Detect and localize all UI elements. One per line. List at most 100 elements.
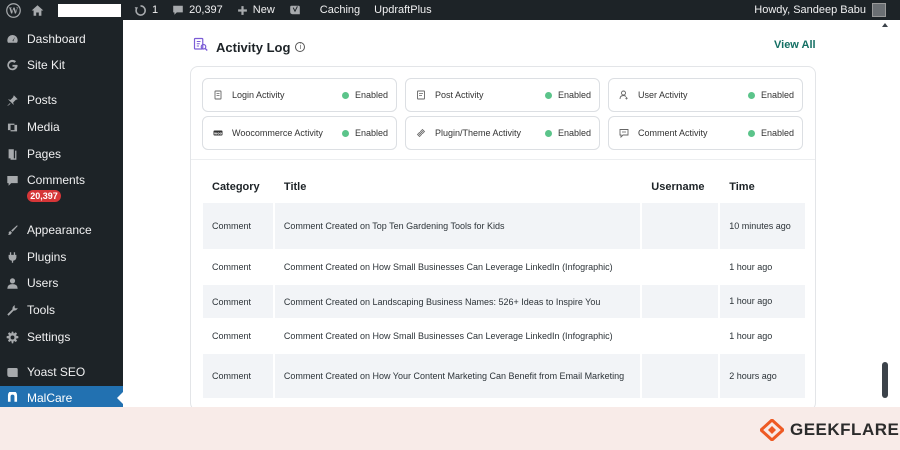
sidebar-item-dashboard[interactable]: Dashboard [0,27,123,51]
info-icon[interactable]: i [295,42,306,52]
status-dot [747,129,755,137]
table-row[interactable]: Comment Comment Created on How Your Cont… [203,354,805,398]
wordpress-logo-icon[interactable]: W [2,0,24,21]
column-header-category[interactable]: Category [203,173,273,201]
filter-post-activity[interactable]: Post Activity Enabled [405,78,600,112]
status-dot [544,91,552,99]
yoast-icon [5,365,19,379]
activity-log-icon [193,37,208,57]
cell-category: Comment [212,331,252,341]
status-dot [341,129,349,137]
column-header-time[interactable]: Time [720,173,805,201]
dashboard-icon [5,32,19,46]
scrollbar-thumb[interactable] [882,362,888,398]
cell-time: 1 hour ago [729,330,773,341]
sidebar-item-site-kit[interactable]: Site Kit [0,53,123,77]
cell-username [642,203,719,249]
cell-title: Comment Created on Top Ten Gardening Too… [274,203,641,249]
table-row[interactable]: Comment Comment Created on How Small Bus… [203,251,805,283]
plugin-theme-icon [416,128,426,138]
plugin-icon [5,250,19,264]
comments-link[interactable]: 20,397 [165,0,230,20]
sidebar-item-pages[interactable]: Pages [0,142,123,166]
sitekit-icon [5,58,19,72]
sidebar-item-appearance[interactable]: Appearance [0,218,123,242]
sidebar-item-tools[interactable]: Tools [0,298,123,322]
admin-bar: W 1 20,397 New Caching UpdraftPlus Howdy… [0,0,900,20]
updates-link[interactable]: 1 [127,0,165,20]
brand-name: GEEKFLARE [790,420,900,439]
cell-title: Comment Created on How Small Businesses … [283,331,613,341]
sidebar-item-settings[interactable]: Settings [0,325,123,349]
settings-icon [5,330,19,344]
column-header-username[interactable]: Username [642,173,718,201]
table-row[interactable]: Comment Comment Created on How Small Bus… [203,320,805,352]
sidebar-item-users[interactable]: Users [0,271,123,295]
malcare-icon [5,391,19,405]
cell-time: 1 hour ago [720,285,805,318]
activity-log-card: Login Activity Enabled Post Activity Ena… [190,66,816,407]
avatar[interactable] [872,3,886,17]
filter-label: Woocommerce Activity [232,128,323,138]
sidebar-item-yoast-seo[interactable]: Yoast SEO [0,360,123,384]
cell-category: Comment [212,262,252,272]
filter-label: Comment Activity [638,128,708,138]
site-name-redacted[interactable] [58,3,121,17]
filter-label: Plugin/Theme Activity [435,128,522,138]
users-icon [5,276,19,290]
pages-icon [5,147,19,161]
sidebar-item-comments[interactable]: Comments [0,168,123,192]
status-dot [544,129,552,137]
updates-icon [134,4,146,16]
filter-label: Login Activity [232,90,285,100]
filter-login-activity[interactable]: Login Activity Enabled [202,78,397,112]
status-text: Enabled [760,90,794,100]
sidebar-item-plugins[interactable]: Plugins [0,245,123,269]
plus-icon [237,5,247,15]
brand-logo: GEEKFLARE [760,419,899,441]
cell-title: Comment Created on How Your Content Mark… [274,354,641,398]
cell-title: Comment Created on How Small Businesses … [283,262,613,272]
comments-count: 20,397 [189,4,223,16]
filter-label: Post Activity [435,90,484,100]
admin-sidebar: Dashboard Site Kit Posts Media Pages Com… [0,20,123,410]
updraftplus-menu[interactable]: UpdraftPlus [367,0,438,20]
user-icon [619,90,629,100]
filter-user-activity[interactable]: User Activity Enabled [608,78,803,112]
yoast-adminbar-icon[interactable] [282,0,313,20]
geekflare-logo-icon [760,419,784,441]
wrench-icon [5,303,19,317]
media-icon [5,120,19,134]
login-icon [213,90,223,100]
table-row[interactable]: Comment Comment Created on Landscaping B… [203,285,805,318]
cell-time: 2 hours ago [720,354,805,398]
pin-icon [5,93,19,107]
filter-label: User Activity [638,90,688,100]
cell-username [642,251,718,283]
filter-woocommerce-activity[interactable]: woo Woocommerce Activity Enabled [202,116,397,150]
scroll-up-arrow-icon[interactable] [882,22,888,28]
column-header-title[interactable]: Title [275,173,640,201]
view-all-link[interactable]: View All [774,39,816,51]
cell-category: Comment [203,203,273,249]
comments-count-badge: 20,397 [27,190,61,202]
svg-text:W: W [7,5,18,15]
filter-plugin-theme-activity[interactable]: Plugin/Theme Activity Enabled [405,116,600,150]
cell-category: Comment [203,285,273,318]
sidebar-item-posts[interactable]: Posts [0,88,123,112]
new-content-link[interactable]: New [230,0,282,20]
cell-username [642,320,718,352]
filter-comment-activity[interactable]: Comment Activity Enabled [608,116,803,150]
woo-icon: woo [213,128,223,138]
comment-icon [5,173,19,187]
user-greeting[interactable]: Howdy, Sandeep Babu [754,4,866,16]
page-title: Activity Log [216,39,291,55]
sidebar-item-media[interactable]: Media [0,115,123,139]
site-home-icon[interactable] [24,0,56,20]
caching-menu[interactable]: Caching [313,0,367,20]
status-dot [747,91,755,99]
status-dot [341,91,349,99]
table-row[interactable]: Comment Comment Created on Top Ten Garde… [203,203,805,249]
divider [191,159,815,160]
status-text: Enabled [557,90,591,100]
